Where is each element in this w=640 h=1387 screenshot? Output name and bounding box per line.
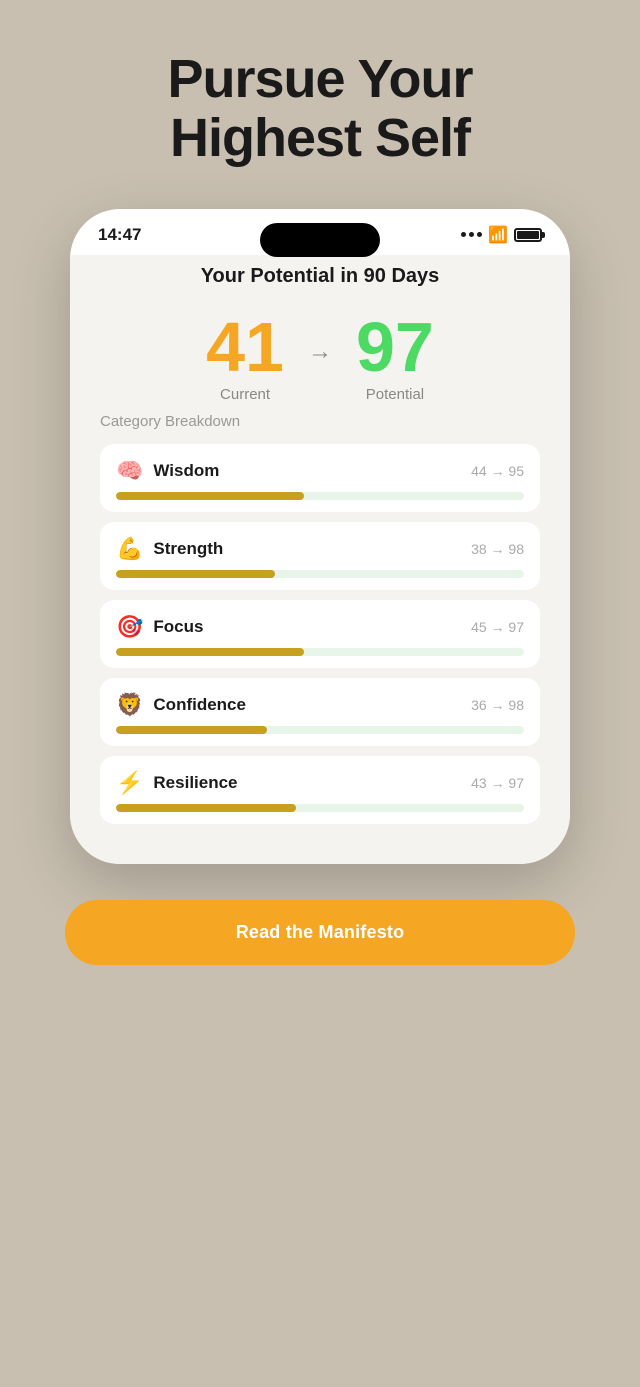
category-item: ⚡ Resilience 43 → 97: [100, 756, 540, 824]
category-name-row-1: 💪 Strength: [116, 536, 223, 562]
potential-label: Potential: [356, 386, 434, 403]
progress-bar-fill-3: [116, 726, 267, 734]
section-title: Your Potential in 90 Days: [100, 265, 540, 288]
category-item: 🦁 Confidence 36 → 98: [100, 678, 540, 746]
category-name-1: Strength: [153, 539, 223, 559]
status-icons: 📶: [461, 225, 542, 245]
category-list: 🧠 Wisdom 44 → 95 💪 Strength 38 → 98: [100, 444, 540, 824]
category-name-row-2: 🎯 Focus: [116, 614, 203, 640]
page-wrapper: Pursue Your Highest Self 14:47 📶 Your P: [0, 0, 640, 1387]
progress-bar-fill-0: [116, 492, 304, 500]
progress-bar-container-4: [116, 804, 524, 812]
category-name-row-0: 🧠 Wisdom: [116, 458, 219, 484]
category-scores-1: 38 → 98: [471, 541, 524, 557]
current-score-block: 41 Current: [206, 312, 284, 403]
category-name-row-3: 🦁 Confidence: [116, 692, 246, 718]
category-header-4: ⚡ Resilience 43 → 97: [116, 770, 524, 796]
dynamic-island: [260, 223, 380, 257]
progress-bar-fill-4: [116, 804, 296, 812]
category-scores-2: 45 → 97: [471, 619, 524, 635]
category-emoji-0: 🧠: [116, 458, 143, 484]
category-breakdown-label: Category Breakdown: [100, 413, 540, 430]
category-name-2: Focus: [153, 617, 203, 637]
category-emoji-1: 💪: [116, 536, 143, 562]
category-item: 💪 Strength 38 → 98: [100, 522, 540, 590]
category-header-0: 🧠 Wisdom 44 → 95: [116, 458, 524, 484]
signal-icon: [461, 232, 482, 237]
phone-content: Your Potential in 90 Days 41 Current → 9…: [70, 255, 570, 864]
category-scores-4: 43 → 97: [471, 775, 524, 791]
progress-bar-fill-2: [116, 648, 304, 656]
category-emoji-3: 🦁: [116, 692, 143, 718]
wifi-icon: 📶: [488, 225, 508, 245]
category-item: 🎯 Focus 45 → 97: [100, 600, 540, 668]
arrow-separator: →: [308, 338, 332, 366]
progress-bar-container-1: [116, 570, 524, 578]
page-headline: Pursue Your Highest Self: [167, 50, 472, 169]
progress-bar-container-3: [116, 726, 524, 734]
category-scores-0: 44 → 95: [471, 463, 524, 479]
scores-row: 41 Current → 97 Potential: [100, 312, 540, 403]
category-emoji-2: 🎯: [116, 614, 143, 640]
progress-bar-container-0: [116, 492, 524, 500]
category-emoji-4: ⚡: [116, 770, 143, 796]
category-name-row-4: ⚡ Resilience: [116, 770, 238, 796]
manifesto-button[interactable]: Read the Manifesto: [65, 900, 575, 965]
category-name-3: Confidence: [153, 695, 246, 715]
potential-score: 97: [356, 312, 434, 382]
status-time: 14:47: [98, 225, 141, 245]
battery-icon: [514, 228, 542, 242]
status-bar: 14:47 📶: [70, 209, 570, 255]
category-name-0: Wisdom: [153, 461, 219, 481]
category-header-1: 💪 Strength 38 → 98: [116, 536, 524, 562]
current-score: 41: [206, 312, 284, 382]
category-header-3: 🦁 Confidence 36 → 98: [116, 692, 524, 718]
current-label: Current: [206, 386, 284, 403]
category-scores-3: 36 → 98: [471, 697, 524, 713]
category-header-2: 🎯 Focus 45 → 97: [116, 614, 524, 640]
category-name-4: Resilience: [153, 773, 237, 793]
progress-bar-fill-1: [116, 570, 275, 578]
phone-frame: 14:47 📶 Your Potential in 90 Days 41: [70, 209, 570, 864]
category-item: 🧠 Wisdom 44 → 95: [100, 444, 540, 512]
progress-bar-container-2: [116, 648, 524, 656]
potential-score-block: 97 Potential: [356, 312, 434, 403]
